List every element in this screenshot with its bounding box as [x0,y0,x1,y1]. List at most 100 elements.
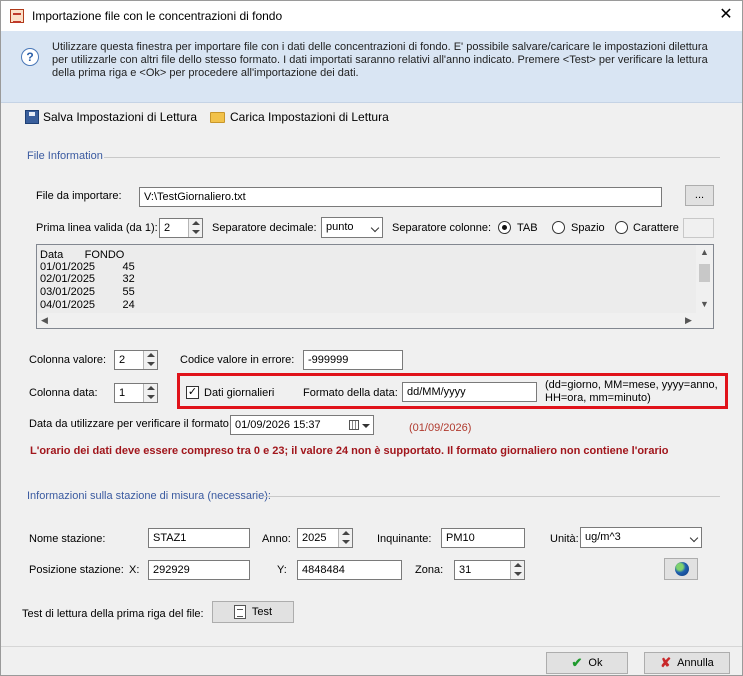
close-icon: ✘ [660,655,672,670]
file-preview[interactable]: Data FONDO 01/01/2025 45 02/01/2025 32 0… [36,244,714,329]
year-value: 2025 [302,532,327,544]
preview-line: 01/01/2025 45 [40,261,135,273]
test-label: Test di lettura della prima riga del fil… [22,608,204,620]
value-col-stepper[interactable]: 2 [114,350,158,370]
cancel-label: Annulla [677,657,714,669]
date-format-input[interactable]: dd/MM/yyyy [402,382,537,402]
pollutant-label: Inquinante: [377,533,432,545]
daily-data-label: Dati giornalieri [204,387,275,399]
test-button[interactable]: Test [212,601,294,623]
radio-space[interactable] [552,221,565,234]
load-settings-button[interactable]: Carica Impostazioni di Lettura [210,108,389,126]
window-title: Importazione file con le concentrazioni … [32,9,283,23]
radio-space-label: Spazio [571,222,605,234]
calendar-icon[interactable] [349,420,359,430]
custom-separator-input[interactable] [683,218,714,238]
date-format-label: Formato della data: [303,387,398,399]
preview-line: 02/01/2025 32 [40,273,135,285]
spinner-icon[interactable] [143,384,157,402]
group-divider [104,157,720,158]
radio-char[interactable] [615,221,628,234]
verify-date-picker[interactable]: 01/09/2026 15:37 [230,415,374,435]
preview-line: 03/01/2025 55 [40,286,135,298]
chevron-up-icon[interactable]: ▲ [700,247,709,257]
save-settings-label: Salva Impostazioni di Lettura [43,110,198,124]
document-icon [233,605,246,619]
cancel-button[interactable]: ✘ Annulla [644,652,730,674]
year-label: Anno: [262,533,291,545]
x-label: X: [129,564,140,576]
date-col-value: 1 [119,387,126,399]
info-text: Utilizzare questa finestra per importare… [52,41,708,79]
radio-tab-label: TAB [517,222,538,234]
app-icon [10,9,24,23]
group-divider [264,496,720,497]
station-name-label: Nome stazione: [29,533,106,545]
radio-tab[interactable] [498,221,511,234]
close-button[interactable]: ✕ [715,5,737,25]
ok-button[interactable]: ✔ Ok [546,652,628,674]
chevron-down-icon [689,533,699,543]
globe-icon [675,562,689,576]
x-coordinate-input[interactable]: 292929 [148,560,250,580]
col-sep-label: Separatore colonne: [392,222,492,234]
preview-line: Data FONDO [40,249,125,261]
unit-label: Unità: [550,533,579,545]
spinner-icon[interactable] [338,529,352,547]
date-col-label: Colonna data: [29,387,98,399]
date-format-hint: (dd=giorno, MM=mese, yyyy=anno, HH=ora, … [545,379,718,404]
decimal-sep-select[interactable]: punto [321,217,383,238]
chevron-right-icon[interactable]: ▶ [685,315,692,326]
unit-select[interactable]: ug/m^3 [580,527,702,548]
first-line-stepper[interactable]: 2 [159,218,203,238]
radio-char-label: Carattere [633,222,679,234]
pollutant-input[interactable]: PM10 [441,528,525,548]
position-label: Posizione stazione: [29,564,124,576]
chevron-left-icon[interactable]: ◀ [41,315,48,326]
verify-date-label: Data da utilizzare per verificare il for… [29,418,229,430]
verify-date-result: (01/09/2026) [409,422,472,434]
vertical-scrollbar[interactable]: ▲ ▼ [696,245,713,313]
y-label: Y: [277,564,287,576]
import-dialog: Importazione file con le concentrazioni … [0,0,743,676]
preview-line: 04/01/2025 24 [40,299,135,311]
folder-icon [210,111,225,123]
error-code-label: Codice valore in errore: [180,354,295,366]
spinner-icon[interactable] [188,219,202,237]
spinner-icon[interactable] [143,351,157,369]
floppy-disk-icon [25,110,39,124]
info-band: ? Utilizzare questa finestra per importa… [1,31,742,103]
check-icon: ✔ [571,655,583,670]
map-button[interactable] [664,558,698,580]
file-info-group-label: File Information [27,150,103,162]
chevron-down-icon[interactable] [362,424,370,428]
decimal-sep-label: Separatore decimale: [212,222,317,234]
value-col-value: 2 [119,354,126,366]
footer-divider [1,646,742,647]
error-code-input[interactable]: -999999 [303,350,403,370]
save-settings-button[interactable]: Salva Impostazioni di Lettura [25,108,197,126]
daily-data-checkbox[interactable]: ✓ [186,386,199,399]
value-col-label: Colonna valore: [29,354,107,366]
browse-button[interactable]: ... [685,185,714,206]
decimal-sep-value: punto [326,221,354,233]
ok-label: Ok [588,657,603,669]
error-message: L'orario dei dati deve essere compreso t… [30,445,669,457]
zone-stepper[interactable]: 31 [454,560,525,580]
file-path-input[interactable]: V:\TestGiornaliero.txt [139,187,662,207]
spinner-icon[interactable] [510,561,524,579]
first-line-value: 2 [164,222,171,234]
chevron-down-icon [370,223,380,233]
y-coordinate-input[interactable]: 4848484 [297,560,402,580]
year-stepper[interactable]: 2025 [297,528,353,548]
chevron-down-icon[interactable]: ▼ [700,299,709,309]
verify-date-value: 01/09/2026 15:37 [235,419,321,431]
zone-label: Zona: [415,564,444,576]
file-label: File da importare: [36,190,122,202]
title-bar: Importazione file con le concentrazioni … [1,1,742,31]
horizontal-scrollbar[interactable]: ◀ ▶ [37,313,713,328]
date-col-stepper[interactable]: 1 [114,383,158,403]
station-name-input[interactable]: STAZ1 [148,528,250,548]
scroll-thumb[interactable] [699,264,710,282]
first-line-label: Prima linea valida (da 1): [36,222,158,234]
